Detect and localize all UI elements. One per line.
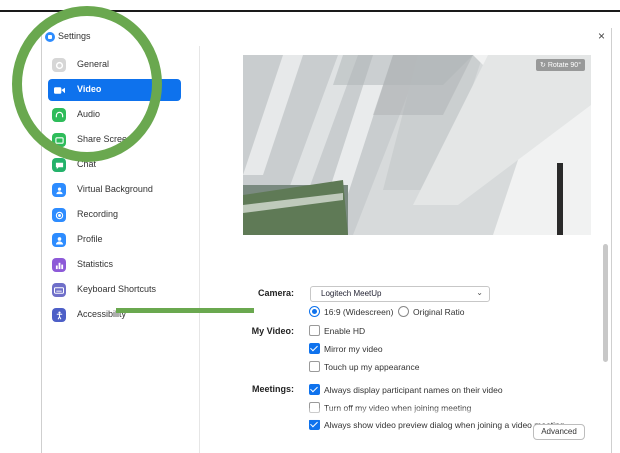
annotation-overlay xyxy=(12,6,254,313)
annotation-line xyxy=(116,308,254,313)
annotation-circle xyxy=(12,6,162,162)
